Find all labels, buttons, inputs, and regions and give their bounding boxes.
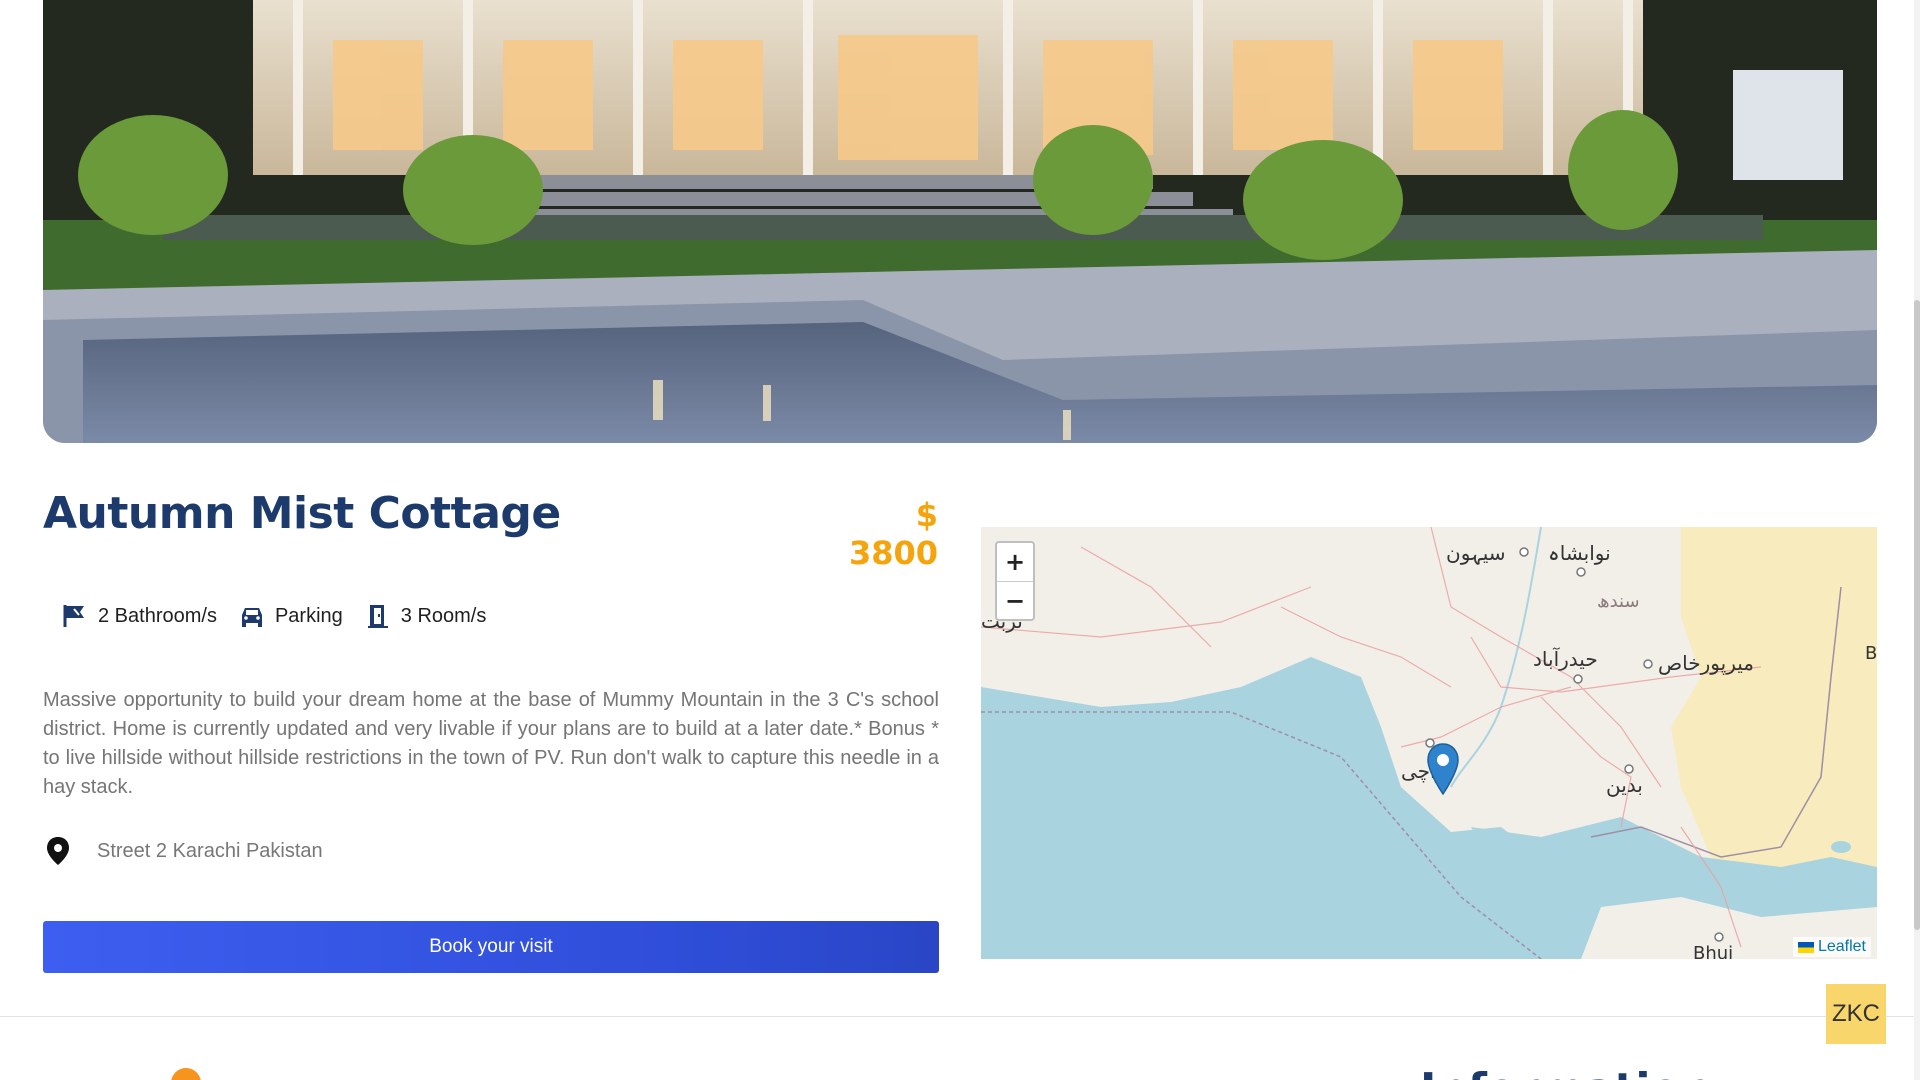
map-attribution[interactable]: Leaflet — [1792, 937, 1871, 957]
map-label-sehwan: سیہون — [1446, 541, 1506, 565]
map-label-mirpurkhas: میرپورخاص — [1658, 651, 1754, 675]
feature-label: 2 Bathroom/s — [98, 604, 217, 627]
property-price: $ 3800 — [848, 496, 938, 572]
map-label-edge: B — [1865, 643, 1877, 664]
map-label-sindh: سندھ — [1597, 591, 1640, 612]
feature-parking: Parking — [239, 603, 343, 629]
property-hero-image — [43, 0, 1877, 443]
map-label-hyderabad: حیدرآباد — [1533, 647, 1598, 671]
map-label-bhuj: Bhuj — [1693, 943, 1734, 959]
location-pin-icon — [47, 837, 69, 865]
property-title: Autumn Mist Cottage — [43, 488, 561, 539]
feature-label: Parking — [274, 604, 343, 627]
feature-rooms: 3 Room/s — [365, 603, 487, 629]
attribution-link[interactable]: Leaflet — [1818, 938, 1866, 956]
property-detail-page: Autumn Mist Cottage $ 3800 2 Bathroom/s … — [0, 0, 1920, 1080]
bathroom-icon — [63, 605, 84, 627]
zoom-in-button[interactable]: + — [997, 543, 1033, 582]
zoom-out-button[interactable]: − — [997, 582, 1033, 620]
flag-icon — [1797, 941, 1814, 953]
address-text: Street 2 Karachi Pakistan — [97, 839, 323, 862]
property-features: 2 Bathroom/s Parking 3 Room/s — [62, 603, 508, 629]
section-divider — [0, 1016, 1914, 1017]
page-scrollbar[interactable] — [1914, 0, 1920, 1080]
map-label-badin: بدین — [1606, 773, 1643, 797]
book-visit-button[interactable]: Book your visit — [43, 921, 939, 973]
map-zoom-control: + − — [995, 541, 1035, 621]
scrollbar-thumb[interactable] — [1914, 300, 1920, 930]
map-label-nawabshah: نوابشاہ — [1548, 541, 1611, 565]
property-address: Street 2 Karachi Pakistan — [45, 836, 323, 866]
door-icon — [367, 605, 388, 628]
zkc-badge[interactable]: ZKC — [1826, 984, 1886, 1044]
location-map[interactable]: نوابشاہ سیہون سندھ حیدرآباد میرپورخاص کر… — [981, 527, 1877, 959]
car-icon — [241, 608, 262, 627]
feature-bathrooms: 2 Bathroom/s — [62, 603, 217, 629]
property-description: Massive opportunity to build your dream … — [43, 689, 939, 798]
feature-label: 3 Room/s — [400, 604, 487, 627]
map-marker-icon[interactable] — [1426, 743, 1460, 795]
orange-decoration-icon — [171, 1068, 201, 1080]
information-heading: Information — [1420, 1064, 1712, 1080]
